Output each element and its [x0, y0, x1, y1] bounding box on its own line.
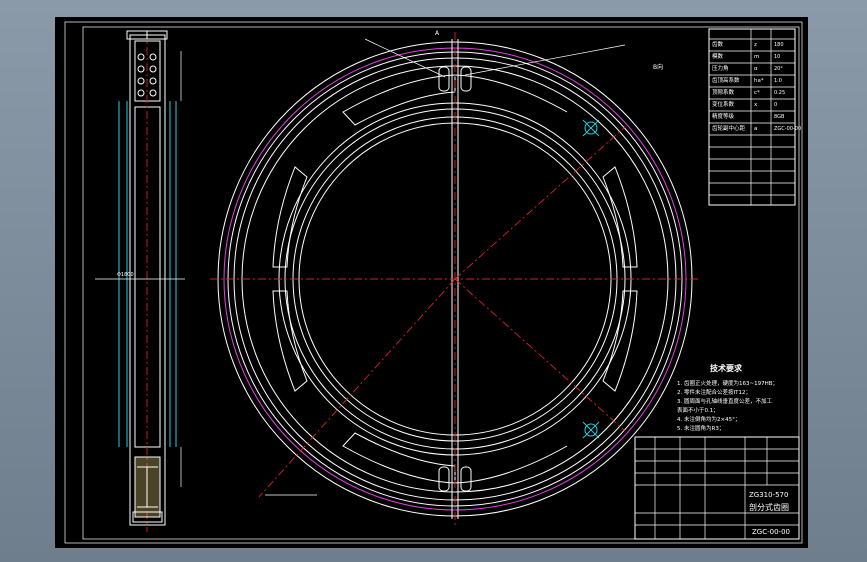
tech-req-item: 4. 未注倒角均为2×45°；	[677, 415, 740, 423]
technical-requirements: 技术要求 1. 齿圈正火处理，硬度为163~197HB；2. 零件未注配合公差按…	[677, 363, 778, 432]
param-sym: x	[754, 102, 758, 108]
param-val: 10	[774, 54, 780, 60]
param-val: 8GB	[774, 114, 785, 120]
drawing-canvas: Φ1800 A B向 齿数 z 180模数 m 10压力角 α 20°齿顶高系数…	[64, 21, 803, 544]
param-name: 压力角	[712, 64, 729, 72]
tech-req-item: 3. 圆周面与孔轴线垂直度公差，不加工	[677, 397, 772, 405]
param-name: 顶隙系数	[712, 88, 735, 96]
material: ZG310-570	[749, 491, 788, 499]
param-sym: z	[754, 42, 757, 48]
tech-req-item: 1. 齿圈正火处理，硬度为163~197HB；	[677, 379, 778, 387]
i-beam-section	[132, 456, 163, 523]
param-val: 0	[774, 102, 777, 108]
side-section-view: Φ1800	[95, 30, 185, 532]
param-sym: m	[754, 54, 759, 60]
side-dimension-label: Φ1800	[117, 272, 134, 278]
param-name: 齿顶高系数	[712, 76, 740, 84]
tech-req-title: 技术要求	[710, 363, 743, 373]
param-sym: ha*	[754, 78, 764, 84]
param-name: 精度等级	[712, 112, 735, 120]
tech-req-item: 表面不小于0.1；	[677, 406, 719, 414]
param-sym: α	[754, 66, 758, 72]
param-name: 齿数	[712, 40, 724, 48]
param-val: 1.0	[774, 78, 782, 84]
param-val: 20°	[774, 66, 783, 72]
param-sym: a	[754, 126, 757, 132]
cad-viewport[interactable]: Φ1800 A B向 齿数 z 180 模数 m 10 压力角 α 20° 齿顶…	[55, 17, 808, 548]
view-marker-a: A	[435, 30, 440, 37]
title-block: ZG310-570 剖分式齿圈 ZGC-00-00	[634, 436, 800, 540]
param-val: 0.25	[774, 90, 785, 96]
part-name: 剖分式齿圈	[749, 502, 789, 512]
detail-label: B向	[653, 63, 663, 71]
param-name: 齿轮副中心距	[712, 124, 746, 132]
gear-parameter-table: 齿数 z 180 模数 m 10 压力角 α 20° 齿顶高系数 ha* 1.0 顶隙系数 c* 0.25 变…	[708, 28, 801, 206]
drawing-number: ZGC-00-00	[752, 528, 790, 536]
tech-req-item: 2. 零件未注配合公差按IT12；	[677, 388, 751, 396]
param-name: 变位系数	[712, 100, 735, 108]
param-val: 180	[774, 42, 784, 48]
param-val: ZGC-00-00	[774, 126, 801, 132]
tech-req-item: 5. 未注圆角为R3；	[677, 424, 724, 432]
param-name: 模数	[712, 52, 724, 60]
ring-gear-front-view: A B向	[210, 30, 700, 527]
param-sym: c*	[754, 90, 760, 96]
